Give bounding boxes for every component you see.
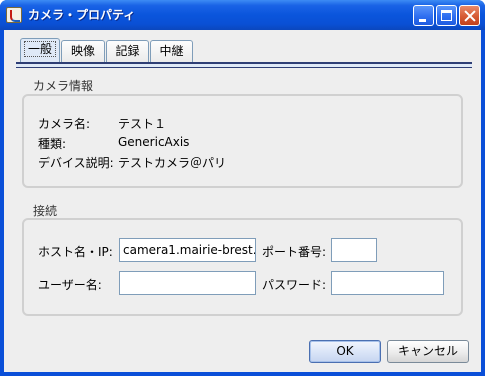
camera-type-value: GenericAxis	[118, 135, 190, 149]
close-button[interactable]	[459, 5, 480, 26]
tab-panel-border	[16, 62, 472, 68]
tab-label: 中継	[159, 44, 184, 58]
camera-type-label: 種類:	[38, 137, 67, 151]
connection-group	[22, 218, 463, 316]
dialog-content: 一般 映像 記録 中継 カメラ情報 カメラ名: テスト１ 種類: Generic…	[4, 30, 481, 372]
tab-recording[interactable]: 記録	[106, 40, 149, 63]
ok-button[interactable]: OK	[309, 340, 381, 363]
maximize-button[interactable]	[436, 5, 457, 26]
tab-general[interactable]: 一般	[20, 38, 60, 63]
camera-name-label: カメラ名:	[38, 117, 91, 131]
port-input[interactable]	[331, 238, 377, 262]
minimize-button[interactable]	[413, 5, 434, 26]
port-label: ポート番号:	[262, 245, 327, 259]
camera-info-heading: カメラ情報	[33, 79, 94, 93]
username-label: ユーザー名:	[38, 278, 102, 292]
title-bar[interactable]: カメラ・プロパティ	[0, 0, 485, 30]
connection-heading: 接続	[33, 204, 58, 218]
camera-info-group	[22, 94, 463, 188]
tab-relay[interactable]: 中継	[150, 40, 193, 63]
username-input[interactable]	[119, 271, 256, 295]
password-input[interactable]	[331, 271, 444, 295]
tab-label: 記録	[115, 44, 140, 58]
tab-label: 一般	[23, 41, 56, 57]
java-app-icon	[6, 7, 22, 23]
device-description-label: デバイス説明:	[38, 156, 114, 170]
cancel-button[interactable]: キャンセル	[387, 340, 469, 363]
password-label: パスワード:	[262, 278, 327, 292]
host-input[interactable]: camera1.mairie-brest.fr	[119, 238, 256, 262]
host-label: ホスト名・IP:	[38, 245, 113, 259]
window-title: カメラ・プロパティ	[28, 8, 136, 22]
tab-label: 映像	[70, 44, 95, 58]
camera-properties-window: カメラ・プロパティ 一般 映像 記録 中継 カメラ情報 カメラ名: テスト１ 種…	[0, 0, 485, 376]
device-description-value: テストカメラ＠パリ	[118, 156, 227, 170]
tab-video[interactable]: 映像	[61, 40, 105, 63]
camera-name-value: テスト１	[118, 117, 167, 131]
